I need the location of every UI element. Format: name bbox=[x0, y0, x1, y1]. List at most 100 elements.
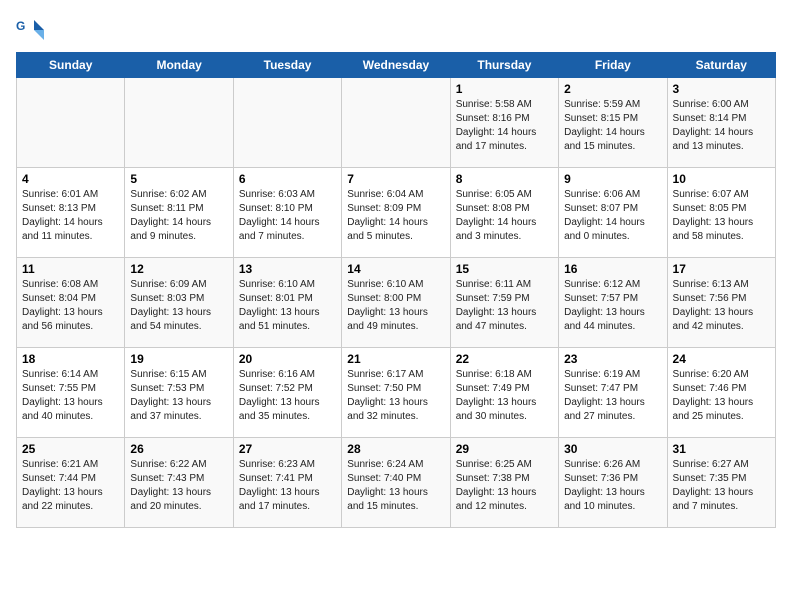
day-info-line: and 15 minutes. bbox=[347, 501, 418, 512]
day-info-line: Daylight: 14 hours bbox=[564, 217, 645, 228]
day-info: Sunrise: 6:10 AMSunset: 8:01 PMDaylight:… bbox=[239, 278, 336, 334]
day-info-line: Daylight: 13 hours bbox=[239, 307, 320, 318]
day-info-line: Sunrise: 6:17 AM bbox=[347, 369, 423, 380]
day-info: Sunrise: 6:05 AMSunset: 8:08 PMDaylight:… bbox=[456, 188, 553, 244]
day-info-line: and 35 minutes. bbox=[239, 411, 310, 422]
day-number: 13 bbox=[239, 262, 336, 276]
day-number: 10 bbox=[673, 172, 770, 186]
day-info-line: Sunrise: 6:07 AM bbox=[673, 189, 749, 200]
calendar-day-cell: 27Sunrise: 6:23 AMSunset: 7:41 PMDayligh… bbox=[233, 438, 341, 528]
day-info-line: Daylight: 13 hours bbox=[456, 487, 537, 498]
day-info-line: and 25 minutes. bbox=[673, 411, 744, 422]
day-number: 18 bbox=[22, 352, 119, 366]
day-info-line: Daylight: 13 hours bbox=[673, 307, 754, 318]
day-info-line: and 12 minutes. bbox=[456, 501, 527, 512]
calendar-day-cell: 26Sunrise: 6:22 AMSunset: 7:43 PMDayligh… bbox=[125, 438, 233, 528]
day-info-line: Sunset: 7:47 PM bbox=[564, 383, 638, 394]
calendar-day-cell: 10Sunrise: 6:07 AMSunset: 8:05 PMDayligh… bbox=[667, 168, 775, 258]
day-number: 29 bbox=[456, 442, 553, 456]
calendar-day-cell: 29Sunrise: 6:25 AMSunset: 7:38 PMDayligh… bbox=[450, 438, 558, 528]
day-info-line: Sunrise: 5:58 AM bbox=[456, 99, 532, 110]
day-info-line: Sunrise: 6:18 AM bbox=[456, 369, 532, 380]
day-number: 12 bbox=[130, 262, 227, 276]
day-info-line: Daylight: 13 hours bbox=[347, 397, 428, 408]
day-info-line: Daylight: 13 hours bbox=[673, 397, 754, 408]
weekday-header-row: SundayMondayTuesdayWednesdayThursdayFrid… bbox=[17, 53, 776, 78]
day-info-line: Sunrise: 6:19 AM bbox=[564, 369, 640, 380]
day-info-line: Daylight: 13 hours bbox=[239, 397, 320, 408]
day-info-line: Daylight: 14 hours bbox=[130, 217, 211, 228]
day-info-line: Sunset: 7:57 PM bbox=[564, 293, 638, 304]
day-info-line: Daylight: 13 hours bbox=[347, 487, 428, 498]
day-number: 19 bbox=[130, 352, 227, 366]
calendar-week-row: 11Sunrise: 6:08 AMSunset: 8:04 PMDayligh… bbox=[17, 258, 776, 348]
day-info-line: Sunset: 7:52 PM bbox=[239, 383, 313, 394]
weekday-header-tuesday: Tuesday bbox=[233, 53, 341, 78]
day-number: 4 bbox=[22, 172, 119, 186]
day-info-line: and 9 minutes. bbox=[130, 231, 196, 242]
day-info-line: Sunrise: 6:06 AM bbox=[564, 189, 640, 200]
calendar-day-cell: 28Sunrise: 6:24 AMSunset: 7:40 PMDayligh… bbox=[342, 438, 450, 528]
day-info-line: Sunrise: 6:13 AM bbox=[673, 279, 749, 290]
calendar-day-cell: 21Sunrise: 6:17 AMSunset: 7:50 PMDayligh… bbox=[342, 348, 450, 438]
day-info-line: and 32 minutes. bbox=[347, 411, 418, 422]
day-info-line: Sunset: 7:35 PM bbox=[673, 473, 747, 484]
day-info-line: Daylight: 13 hours bbox=[22, 397, 103, 408]
day-info-line: Daylight: 13 hours bbox=[130, 487, 211, 498]
page-header: G bbox=[16, 16, 776, 44]
calendar-day-cell: 4Sunrise: 6:01 AMSunset: 8:13 PMDaylight… bbox=[17, 168, 125, 258]
calendar-day-cell bbox=[125, 78, 233, 168]
day-info-line: Sunrise: 6:15 AM bbox=[130, 369, 206, 380]
calendar-day-cell: 31Sunrise: 6:27 AMSunset: 7:35 PMDayligh… bbox=[667, 438, 775, 528]
day-info-line: Sunset: 8:15 PM bbox=[564, 113, 638, 124]
day-info: Sunrise: 6:27 AMSunset: 7:35 PMDaylight:… bbox=[673, 458, 770, 514]
day-info: Sunrise: 6:16 AM Sunset: 7:52 PM Daylight:… bbox=[239, 368, 336, 424]
day-info: Sunrise: 6:12 AMSunset: 7:57 PMDaylight:… bbox=[564, 278, 661, 334]
day-info-line: Sunrise: 6:01 AM bbox=[22, 189, 98, 200]
calendar-day-cell: 12 Sunrise: 6:09 AMSunset: 8:03 PMDayligh… bbox=[125, 258, 233, 348]
day-info-line: Daylight: 14 hours bbox=[673, 127, 754, 138]
day-info-line: Sunset: 7:49 PM bbox=[456, 383, 530, 394]
day-info-line: Sunrise: 6:20 AM bbox=[673, 369, 749, 380]
day-info: Sunrise: 6:09 AMSunset: 8:03 PMDaylight:… bbox=[130, 278, 227, 334]
day-info: Sunrise: 6:14 AMSunset: 7:55 PMDaylight:… bbox=[22, 368, 119, 424]
day-info-line: Daylight: 14 hours bbox=[456, 127, 537, 138]
day-info: Sunrise: 6:10 AMSunset: 8:00 PMDaylight:… bbox=[347, 278, 444, 334]
day-info-line: Sunrise: 6:24 AM bbox=[347, 459, 423, 470]
day-info-line: Daylight: 14 hours bbox=[239, 217, 320, 228]
day-info-line: Daylight: 13 hours bbox=[239, 487, 320, 498]
day-info-line: and 37 minutes. bbox=[130, 411, 201, 422]
day-number: 20 bbox=[239, 352, 336, 366]
day-number: 26 bbox=[130, 442, 227, 456]
day-info: Sunrise: 6:17 AMSunset: 7:50 PMDaylight:… bbox=[347, 368, 444, 424]
day-info-line: Sunset: 8:04 PM bbox=[22, 293, 96, 304]
day-info-line: Sunset: 8:03 PM bbox=[130, 293, 204, 304]
day-info-line: Daylight: 13 hours bbox=[564, 397, 645, 408]
calendar-day-cell: 14Sunrise: 6:10 AMSunset: 8:00 PMDayligh… bbox=[342, 258, 450, 348]
calendar-day-cell: 25Sunrise: 6:21 AMSunset: 7:44 PMDayligh… bbox=[17, 438, 125, 528]
weekday-header-wednesday: Wednesday bbox=[342, 53, 450, 78]
calendar-day-cell bbox=[233, 78, 341, 168]
day-info-line: Sunrise: 6:12 AM bbox=[564, 279, 640, 290]
day-info-line: and 17 minutes. bbox=[239, 501, 310, 512]
day-info-line: and 30 minutes. bbox=[456, 411, 527, 422]
weekday-header-saturday: Saturday bbox=[667, 53, 775, 78]
calendar-day-cell: 22Sunrise: 6:18 AMSunset: 7:49 PMDayligh… bbox=[450, 348, 558, 438]
day-info-line: and 11 minutes. bbox=[22, 231, 92, 242]
day-info-line: Daylight: 13 hours bbox=[22, 307, 103, 318]
day-info: Sunrise: 5:58 AMSunset: 8:16 PMDaylight:… bbox=[456, 98, 553, 154]
day-info: Sunrise: 6:04 AMSunset: 8:09 PMDaylight:… bbox=[347, 188, 444, 244]
calendar-week-row: 4Sunrise: 6:01 AMSunset: 8:13 PMDaylight… bbox=[17, 168, 776, 258]
calendar-day-cell: 19Sunrise: 6:15 AMSunset: 7:53 PMDayligh… bbox=[125, 348, 233, 438]
day-info-line: Sunrise: 6:04 AM bbox=[347, 189, 423, 200]
day-info-line: Sunrise: 6:10 AM bbox=[239, 279, 315, 290]
day-info-line: Sunrise: 6:22 AM bbox=[130, 459, 206, 470]
day-info-line: Sunset: 7:44 PM bbox=[22, 473, 96, 484]
weekday-header-sunday: Sunday bbox=[17, 53, 125, 78]
day-number: 24 bbox=[673, 352, 770, 366]
day-info-line: Sunrise: 6:21 AM bbox=[22, 459, 98, 470]
day-info-line: Sunrise: 6:16 AM bbox=[239, 369, 315, 380]
day-info: Sunrise: 6:24 AMSunset: 7:40 PMDaylight:… bbox=[347, 458, 444, 514]
day-info-line: Sunset: 7:55 PM bbox=[22, 383, 96, 394]
day-info-line: Sunrise: 6:27 AM bbox=[673, 459, 749, 470]
